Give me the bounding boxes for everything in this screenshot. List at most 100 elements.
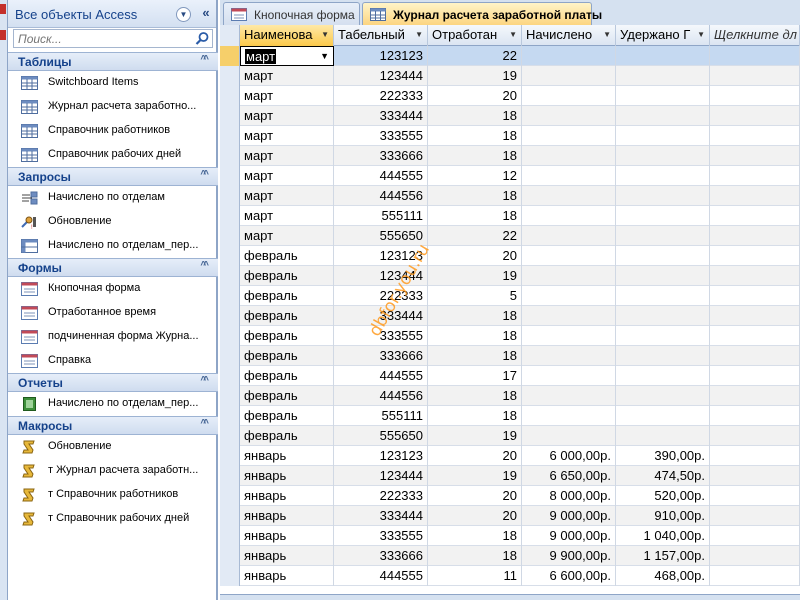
table-cell[interactable]: февраль (240, 246, 334, 266)
column-header[interactable]: Наименова ▼ (240, 25, 334, 46)
nav-item[interactable]: Начислено по отделам_пер... (8, 234, 218, 258)
table-cell[interactable] (616, 226, 710, 246)
table-cell[interactable]: 444556 (334, 386, 428, 406)
table-row[interactable]: март 333555 18 (220, 126, 800, 146)
table-cell[interactable]: январь (240, 546, 334, 566)
column-dropdown-icon[interactable]: ▼ (697, 25, 705, 45)
empty-cell[interactable] (710, 226, 800, 246)
table-row[interactable]: январь 123444 19 6 650,00р. 474,50р. (220, 466, 800, 486)
empty-cell[interactable] (710, 286, 800, 306)
table-row[interactable]: январь 123123 20 6 000,00р. 390,00р. (220, 446, 800, 466)
table-cell[interactable]: 18 (428, 146, 522, 166)
table-cell[interactable] (522, 86, 616, 106)
search-input[interactable] (14, 30, 194, 47)
table-cell[interactable] (616, 266, 710, 286)
record-selector[interactable] (220, 106, 240, 126)
nav-item[interactable]: Начислено по отделам_пер... (8, 392, 218, 416)
table-cell[interactable] (616, 286, 710, 306)
table-cell[interactable]: 19 (428, 426, 522, 446)
table-cell[interactable]: 20 (428, 486, 522, 506)
table-cell[interactable] (616, 366, 710, 386)
table-cell[interactable]: 18 (428, 546, 522, 566)
record-selector[interactable] (220, 166, 240, 186)
navigation-pane-header[interactable]: Все объекты Access ▼ « (8, 0, 216, 28)
table-cell[interactable]: 222333 (334, 486, 428, 506)
table-cell[interactable]: 9 000,00р. (522, 506, 616, 526)
table-cell[interactable]: март (240, 166, 334, 186)
table-cell[interactable] (522, 206, 616, 226)
table-cell[interactable]: 222333 (334, 86, 428, 106)
table-cell[interactable] (522, 266, 616, 286)
table-row[interactable]: февраль 333444 18 (220, 306, 800, 326)
empty-cell[interactable] (710, 466, 800, 486)
table-cell[interactable]: 555111 (334, 206, 428, 226)
table-cell[interactable] (522, 246, 616, 266)
table-cell[interactable]: январь (240, 526, 334, 546)
empty-cell[interactable] (710, 386, 800, 406)
table-cell[interactable]: 18 (428, 386, 522, 406)
table-cell[interactable]: 333666 (334, 146, 428, 166)
table-cell[interactable] (616, 426, 710, 446)
table-cell[interactable] (522, 166, 616, 186)
tab-switchboard-form[interactable]: Кнопочная форма (223, 2, 360, 27)
table-cell[interactable]: 444555 (334, 566, 428, 586)
table-cell[interactable]: 22 (428, 226, 522, 246)
table-row[interactable]: март 555650 22 (220, 226, 800, 246)
table-row[interactable]: январь 333666 18 9 900,00р. 1 157,00р. (220, 546, 800, 566)
table-cell[interactable]: 20 (428, 246, 522, 266)
record-selector[interactable] (220, 126, 240, 146)
table-cell[interactable] (522, 286, 616, 306)
table-cell[interactable] (616, 346, 710, 366)
table-cell[interactable]: март (240, 66, 334, 86)
nav-group-header[interactable]: Таблицы ^^ (8, 52, 218, 71)
table-cell[interactable]: 18 (428, 206, 522, 226)
table-cell[interactable] (616, 326, 710, 346)
table-row[interactable]: январь 444555 11 6 600,00р. 468,00р. (220, 566, 800, 586)
navigation-pane-title[interactable]: Все объекты Access (15, 7, 137, 22)
table-cell[interactable]: январь (240, 566, 334, 586)
tab-payroll-journal[interactable]: Журнал расчета заработной платы (362, 2, 602, 27)
table-cell[interactable]: 468,00р. (616, 566, 710, 586)
table-cell[interactable] (616, 306, 710, 326)
table-cell[interactable]: 444555 (334, 366, 428, 386)
nav-item[interactable]: Отработанное время (8, 301, 218, 325)
table-cell[interactable]: 20 (428, 506, 522, 526)
empty-cell[interactable] (710, 46, 800, 66)
table-cell[interactable] (522, 346, 616, 366)
empty-cell[interactable] (710, 66, 800, 86)
table-cell[interactable] (616, 406, 710, 426)
table-cell[interactable] (616, 206, 710, 226)
empty-cell[interactable] (710, 206, 800, 226)
table-cell[interactable] (522, 426, 616, 446)
table-cell[interactable]: февраль (240, 326, 334, 346)
table-cell[interactable]: февраль (240, 306, 334, 326)
column-dropdown-icon[interactable]: ▼ (321, 25, 329, 45)
table-cell[interactable]: 18 (428, 106, 522, 126)
nav-item[interactable]: Обновление (8, 435, 218, 459)
nav-item[interactable]: Кнопочная форма (8, 277, 218, 301)
column-header[interactable]: Отработан ▼ (428, 25, 522, 46)
table-cell[interactable]: февраль (240, 406, 334, 426)
record-selector[interactable] (220, 86, 240, 106)
record-selector[interactable] (220, 386, 240, 406)
table-cell[interactable] (616, 106, 710, 126)
table-cell[interactable]: 390,00р. (616, 446, 710, 466)
record-selector[interactable] (220, 426, 240, 446)
table-cell[interactable]: январь (240, 486, 334, 506)
table-cell[interactable] (522, 406, 616, 426)
record-selector[interactable] (220, 346, 240, 366)
search-icon[interactable] (195, 31, 210, 46)
table-cell[interactable] (522, 46, 616, 66)
empty-cell[interactable] (710, 266, 800, 286)
table-cell[interactable]: 19 (428, 466, 522, 486)
empty-cell[interactable] (710, 566, 800, 586)
table-cell[interactable]: 555650 (334, 426, 428, 446)
table-cell[interactable] (522, 146, 616, 166)
table-cell[interactable]: 19 (428, 266, 522, 286)
table-cell[interactable]: 9 900,00р. (522, 546, 616, 566)
table-cell[interactable]: 22 (428, 46, 522, 66)
table-row[interactable]: февраль 333666 18 (220, 346, 800, 366)
table-cell[interactable]: 6 650,00р. (522, 466, 616, 486)
combo-dropdown-icon[interactable]: ▼ (320, 47, 329, 65)
table-cell[interactable]: 18 (428, 306, 522, 326)
